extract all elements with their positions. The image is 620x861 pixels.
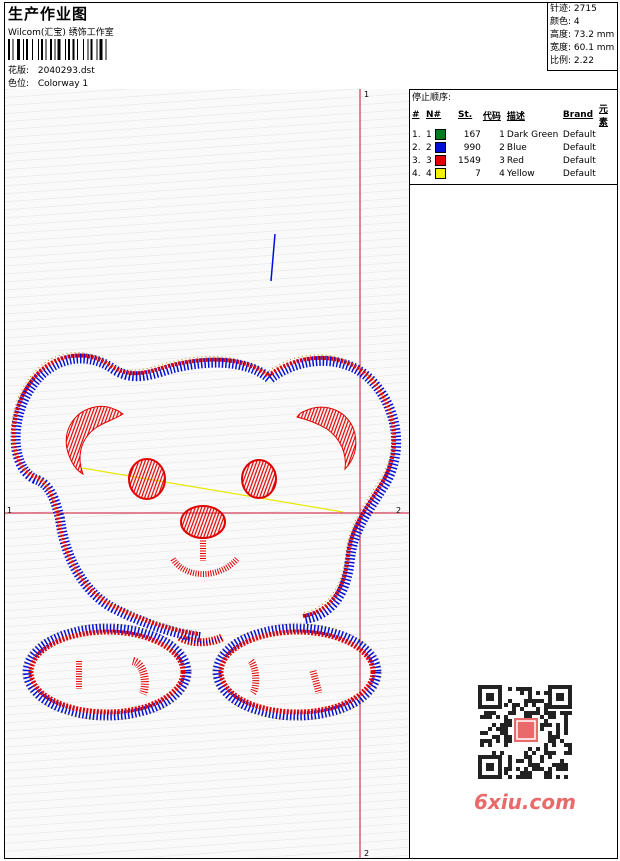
axis-label-top: 1 [364,90,370,99]
stop-code: 4 [499,168,505,179]
left-eye [128,458,166,500]
stop-element [598,128,616,141]
right-eye [241,459,277,499]
stop-description: Dark Green [506,129,559,140]
design-file: 2040293.dst [37,66,95,76]
stop-brand: Default [562,129,596,140]
stop-code: 3 [499,155,505,166]
stop-element [598,167,616,180]
company-name: Wilcom(汇宝) 绣饰工作室 [8,28,114,38]
design-label: 花版: [8,66,30,76]
stop-description: Red [506,155,525,166]
stop-sequence-table: # N# St. 代码 描述 Brand 元素 1. 1 167 1 Dark Gre… [411,102,616,180]
nose [180,505,226,539]
col-description: 描述 [506,111,525,122]
travel-line [81,467,344,513]
stop-index: 4. [412,168,421,179]
col-stitches: St. [458,110,473,120]
stop-needle: 3 [425,154,457,167]
axis-label-right: 2 [396,506,402,515]
stop-stitches: 990 [463,142,481,153]
col-needle: N# [426,110,442,120]
stop-row[interactable]: 2. 2 990 2 Blue Default [411,141,616,154]
colorway-value: Colorway 1 [37,79,89,89]
barcode-icon [8,39,107,60]
col-code: 代码 [482,111,501,122]
stop-code: 1 [499,129,505,140]
stop-table-header: # N# St. 代码 描述 Brand 元素 [411,102,616,128]
stop-brand: Default [562,168,596,179]
stop-needle: 4 [425,167,457,180]
stat-scale: 比例: 2.22 [550,56,594,66]
mouth-smile [170,556,240,577]
col-brand: Brand [562,110,594,120]
stop-stitches: 167 [463,129,481,140]
axis-label-left: 1 [7,506,13,515]
design-canvas[interactable]: 1 1 2 2 [5,89,410,858]
stat-colors: 颜色: 4 [550,17,580,27]
stop-index: 3. [412,155,421,166]
stop-element [598,141,616,154]
qr-code-icon [467,678,580,786]
stop-row[interactable]: 4. 4 7 4 Yellow Default [411,167,616,180]
jump-stitch-mark [270,233,276,282]
stat-width: 宽度: 60.1 mm [550,43,615,53]
color-swatch [434,129,446,140]
panel-divider [410,184,617,185]
stop-code: 2 [499,142,505,153]
stop-description: Blue [506,142,527,153]
stop-needle: 1 [425,128,457,141]
watermark-site: 6xiu.com [474,790,576,814]
stat-stitches: 针迹: 2715 [550,4,597,14]
stop-stitches: 7 [475,168,481,179]
stop-stitches: 1549 [458,155,481,166]
needle-number: 1 [426,130,432,140]
stop-index: 1. [412,129,421,140]
design-stats: 针迹: 2715 颜色: 4 高度: 73.2 mm 宽度: 60.1 mm 比… [547,3,617,71]
needle-number: 2 [426,143,432,153]
stop-sequence-title: 停止顺序: [412,93,452,103]
color-swatch [434,155,446,166]
stop-row[interactable]: 3. 3 1549 3 Red Default [411,154,616,167]
stat-height: 高度: 73.2 mm [550,30,615,40]
axis-label-bottom: 2 [364,849,370,858]
needle-number: 3 [426,156,432,166]
right-ear-inner [296,406,357,471]
embroidery-preview [5,89,409,858]
design-row: 花版: 2040293.dst [8,63,95,76]
colorway-label: 色位: [8,79,30,89]
stop-index: 2. [412,142,421,153]
stop-element [598,154,616,167]
col-element: 元素 [598,105,608,128]
stop-needle: 2 [425,141,457,154]
col-index: # [412,110,420,120]
stop-brand: Default [562,142,596,153]
color-swatch [434,142,446,153]
stop-brand: Default [562,155,596,166]
needle-number: 4 [426,169,432,179]
left-ear-inner [65,405,124,476]
sheet-header: 生产作业图 Wilcom(汇宝) 绣饰工作室 花版: 2040293.dst 色… [5,3,617,90]
stop-description: Yellow [506,168,535,179]
sheet-title: 生产作业图 [8,5,89,23]
color-swatch [434,168,446,179]
colorway-row: 色位: Colorway 1 [8,76,88,89]
stop-row[interactable]: 1. 1 167 1 Dark Green Default [411,128,616,141]
